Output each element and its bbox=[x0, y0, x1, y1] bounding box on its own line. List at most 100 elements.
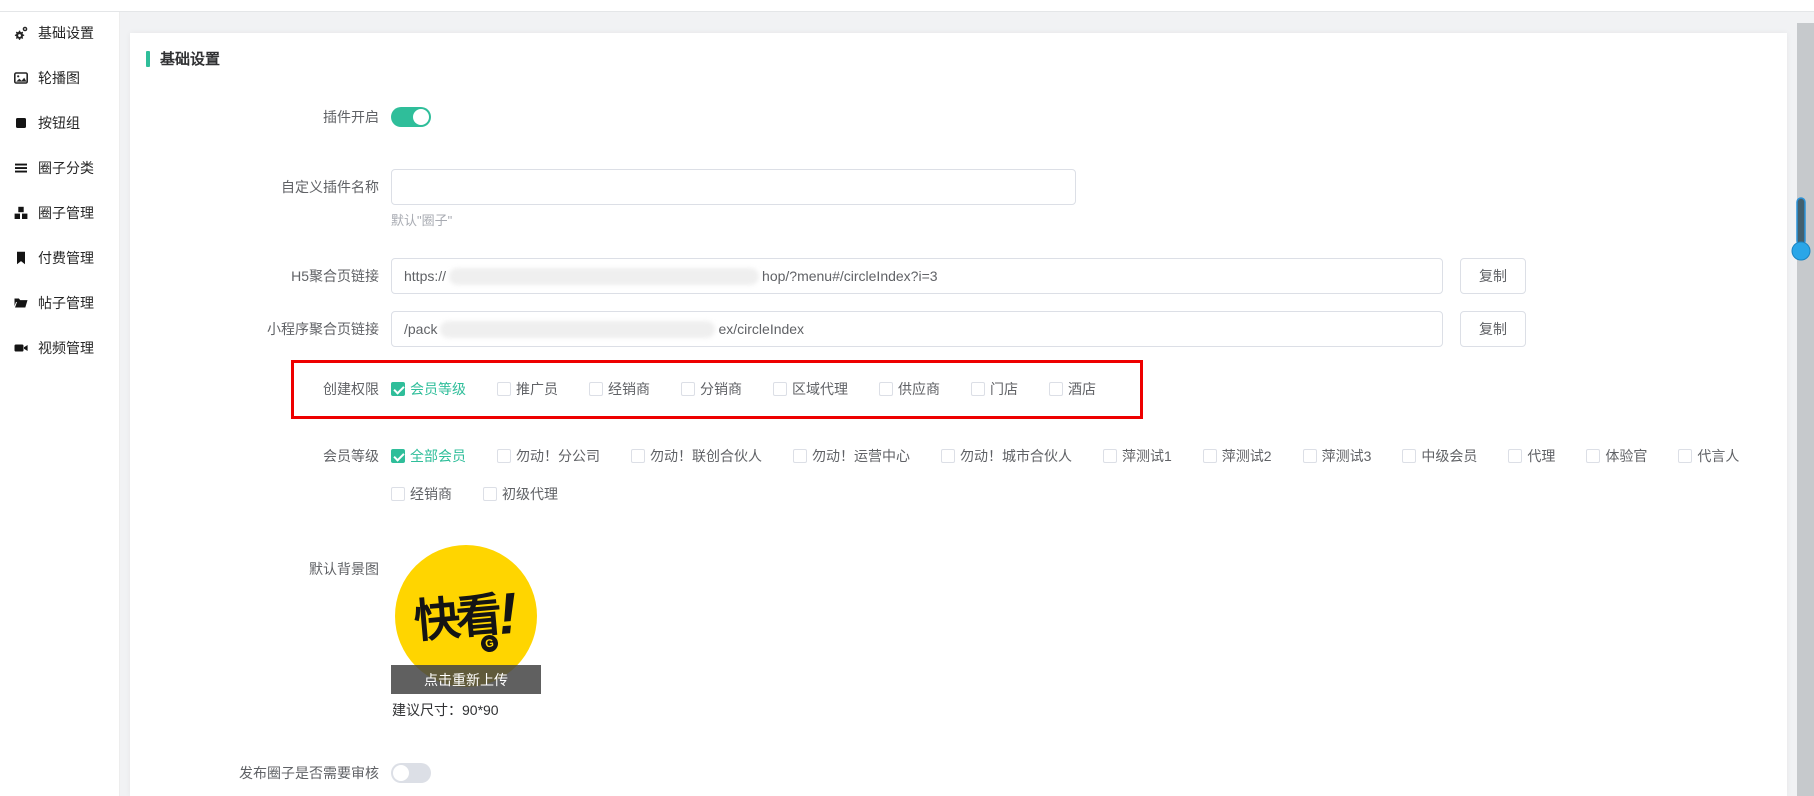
list-icon bbox=[13, 160, 29, 176]
checkbox-box bbox=[483, 487, 497, 501]
vertical-scrollbar[interactable] bbox=[1797, 23, 1814, 796]
sidebar-item-basic-settings[interactable]: 基础设置 bbox=[0, 10, 119, 55]
checkbox-member-2[interactable]: 勿动！联创合伙人 bbox=[631, 446, 762, 466]
sidebar-item-circle-management[interactable]: 圈子管理 bbox=[0, 190, 119, 235]
plugin-name-label: 自定义插件名称 bbox=[130, 169, 391, 205]
checkbox-member-6[interactable]: 萍测试2 bbox=[1203, 446, 1272, 466]
checkbox-member-0[interactable]: 全部会员 bbox=[391, 446, 466, 466]
checkbox-member-11[interactable]: 代言人 bbox=[1678, 446, 1739, 466]
mini-link-input[interactable]: /packex/circleIndex bbox=[391, 311, 1443, 347]
checkbox-member-12[interactable]: 经销商 bbox=[391, 484, 452, 504]
checkbox-member-1[interactable]: 勿动！分公司 bbox=[497, 446, 600, 466]
redacted-blur bbox=[449, 268, 759, 285]
sidebar-item-post-management[interactable]: 帖子管理 bbox=[0, 280, 119, 325]
h5-link-input[interactable]: https://hop/?menu#/circleIndex?i=3 bbox=[391, 258, 1443, 294]
sidebar-item-label: 轮播图 bbox=[38, 68, 80, 88]
row-member-level: 会员等级 全部会员 勿动！分公司 勿动！联创合伙人 勿动！运营中心 勿动！城市合… bbox=[130, 446, 1787, 504]
checkbox-box bbox=[1508, 449, 1522, 463]
sidebar-item-label: 圈子分类 bbox=[38, 158, 94, 178]
checkbox-member-10[interactable]: 体验官 bbox=[1586, 446, 1647, 466]
plugin-name-hint: 默认"圈子" bbox=[391, 210, 1076, 229]
gears-icon bbox=[13, 25, 29, 41]
checkbox-box bbox=[879, 382, 893, 396]
checkbox-member-4[interactable]: 勿动！城市合伙人 bbox=[941, 446, 1072, 466]
toggle-knob bbox=[413, 109, 429, 125]
checkbox-box bbox=[1049, 382, 1063, 396]
checkbox-box bbox=[971, 382, 985, 396]
checkbox-box bbox=[391, 487, 405, 501]
image-icon bbox=[13, 70, 29, 86]
checkbox-box bbox=[497, 449, 511, 463]
sidebar-item-label: 基础设置 bbox=[38, 23, 94, 43]
member-level-options-line1: 全部会员 勿动！分公司 勿动！联创合伙人 勿动！运营中心 勿动！城市合伙人 萍测… bbox=[391, 446, 1739, 466]
checkbox-box bbox=[589, 382, 603, 396]
checkbox-member-7[interactable]: 萍测试3 bbox=[1303, 446, 1372, 466]
checkbox-member-5[interactable]: 萍测试1 bbox=[1103, 446, 1172, 466]
mini-link-copy-button[interactable]: 复制 bbox=[1460, 311, 1526, 347]
section-title-bar bbox=[146, 51, 150, 67]
plugin-enable-toggle[interactable] bbox=[391, 107, 431, 127]
size-hint: 建议尺寸：90*90 bbox=[391, 700, 541, 720]
redacted-blur bbox=[440, 321, 715, 338]
create-permission-label: 创建权限 bbox=[130, 379, 391, 399]
checkbox-box bbox=[941, 449, 955, 463]
row-h5-link: H5聚合页链接 https://hop/?menu#/circleIndex?i… bbox=[130, 258, 1787, 294]
checkbox-create-3[interactable]: 分销商 bbox=[681, 379, 742, 399]
default-bg-label: 默认背景图 bbox=[130, 545, 391, 579]
square-icon bbox=[13, 115, 29, 131]
reupload-button[interactable]: 点击重新上传 bbox=[391, 665, 541, 694]
checkbox-member-13[interactable]: 初级代理 bbox=[483, 484, 558, 504]
h5-link-text-prefix: https:// bbox=[404, 268, 446, 284]
default-bg-uploader: 快看! G 点击重新上传 建议尺寸：90*90 bbox=[391, 545, 541, 720]
checkbox-create-5[interactable]: 供应商 bbox=[879, 379, 940, 399]
checkbox-create-4[interactable]: 区域代理 bbox=[773, 379, 848, 399]
create-permission-options: 会员等级 推广员 经销商 分销商 区域代理 供应商 门店 酒店 bbox=[391, 379, 1096, 399]
checkbox-member-3[interactable]: 勿动！运营中心 bbox=[793, 446, 910, 466]
checkbox-box bbox=[1103, 449, 1117, 463]
checkbox-box bbox=[1586, 449, 1600, 463]
member-level-options-line2: 经销商 初级代理 bbox=[391, 484, 1739, 504]
logo-text: 快看! bbox=[411, 577, 520, 656]
folder-icon bbox=[13, 295, 29, 311]
sidebar-item-label: 付费管理 bbox=[38, 248, 94, 268]
sidebar-item-circle-category[interactable]: 圈子分类 bbox=[0, 145, 119, 190]
settings-card: 基础设置 插件开启 自定义插件名称 默认"圈子" H5聚合页链接 https:/… bbox=[130, 33, 1787, 796]
checkbox-member-8[interactable]: 中级会员 bbox=[1402, 446, 1477, 466]
h5-link-label: H5聚合页链接 bbox=[130, 258, 391, 294]
row-create-permission: 创建权限 会员等级 推广员 经销商 分销商 区域代理 供应商 门店 酒店 bbox=[130, 379, 1787, 399]
checkbox-create-2[interactable]: 经销商 bbox=[589, 379, 650, 399]
checkbox-box bbox=[793, 449, 807, 463]
row-plugin-name: 自定义插件名称 默认"圈子" bbox=[130, 169, 1787, 229]
video-camera-icon bbox=[13, 340, 29, 356]
sidebar-item-label: 圈子管理 bbox=[38, 203, 94, 223]
checkbox-box bbox=[681, 382, 695, 396]
checkbox-box bbox=[497, 382, 511, 396]
content-area: 基础设置 插件开启 自定义插件名称 默认"圈子" H5聚合页链接 https:/… bbox=[120, 13, 1814, 796]
row-mini-link: 小程序聚合页链接 /packex/circleIndex 复制 bbox=[130, 311, 1787, 347]
checkbox-member-9[interactable]: 代理 bbox=[1508, 446, 1555, 466]
checkbox-create-6[interactable]: 门店 bbox=[971, 379, 1018, 399]
checkbox-box bbox=[391, 449, 405, 463]
bookmark-icon bbox=[13, 250, 29, 266]
checkbox-box bbox=[631, 449, 645, 463]
checkbox-box bbox=[391, 382, 405, 396]
sidebar-item-payment-management[interactable]: 付费管理 bbox=[0, 235, 119, 280]
row-publish-review: 发布圈子是否需要审核 bbox=[130, 763, 1787, 783]
mouse-cursor bbox=[1790, 196, 1812, 262]
sidebar: 基础设置 轮播图 按钮组 圈子分类 圈子管理 付费管理 帖子管理 bbox=[0, 0, 120, 796]
checkbox-create-0[interactable]: 会员等级 bbox=[391, 379, 466, 399]
sidebar-item-carousel[interactable]: 轮播图 bbox=[0, 55, 119, 100]
mini-link-label: 小程序聚合页链接 bbox=[130, 311, 391, 347]
checkbox-create-7[interactable]: 酒店 bbox=[1049, 379, 1096, 399]
top-bar bbox=[0, 0, 1814, 12]
sidebar-item-button-group[interactable]: 按钮组 bbox=[0, 100, 119, 145]
h5-link-copy-button[interactable]: 复制 bbox=[1460, 258, 1526, 294]
sidebar-item-label: 按钮组 bbox=[38, 113, 80, 133]
publish-review-toggle[interactable] bbox=[391, 763, 431, 783]
checkbox-box bbox=[1678, 449, 1692, 463]
sidebar-item-video-management[interactable]: 视频管理 bbox=[0, 325, 119, 370]
checkbox-box bbox=[1303, 449, 1317, 463]
checkbox-create-1[interactable]: 推广员 bbox=[497, 379, 558, 399]
plugin-name-input[interactable] bbox=[391, 169, 1076, 205]
section-title: 基础设置 bbox=[146, 48, 1787, 69]
